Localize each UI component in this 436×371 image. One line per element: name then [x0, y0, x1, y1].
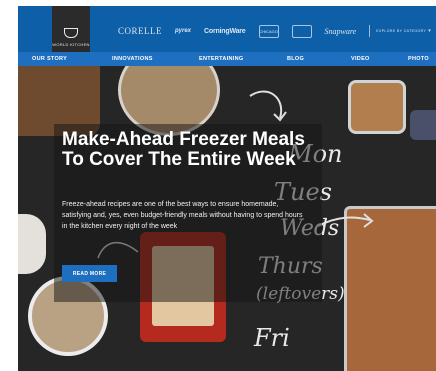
brand-link-pyrex[interactable]: pyrex [175, 28, 191, 34]
logo-text: WORLD KITCHEN [52, 42, 90, 47]
nav-blog[interactable]: BLOG [287, 56, 304, 62]
read-more-button[interactable]: READ MORE [62, 265, 117, 282]
hero-description: Freeze-ahead recipes are one of the best… [62, 201, 303, 230]
explore-category-dropdown[interactable]: EXPLORE BY CATEGORY ▾ [376, 28, 431, 34]
hero-banner[interactable]: Mon Tues Weds Thurs (leftovers) Fri Make… [18, 66, 436, 371]
divider [369, 25, 371, 37]
bowl-icon [64, 28, 78, 38]
brand-link-corelle[interactable]: CORELLE [118, 26, 162, 36]
brand-link-corningware[interactable]: CorningWare [204, 28, 246, 35]
nav-video[interactable]: VIDEO [351, 56, 370, 62]
chevron-down-icon: ▾ [428, 28, 432, 34]
nav-photo[interactable]: PHOTO [408, 56, 429, 62]
nav-innovations[interactable]: INNOVATIONS [112, 56, 153, 62]
explore-label: EXPLORE BY CATEGORY [376, 29, 427, 33]
nav-entertaining[interactable]: ENTERTAINING [199, 56, 243, 62]
main-nav: OUR STORY INNOVATIONS ENTERTAINING BLOG … [18, 52, 436, 66]
hero-headline[interactable]: Make-Ahead Freezer Meals To Cover The En… [62, 130, 312, 170]
world-kitchen-logo[interactable]: WORLD KITCHEN [52, 6, 90, 52]
brand-bar: WORLD KITCHEN CORELLE pyrex CorningWare … [18, 6, 436, 52]
nav-our-story[interactable]: OUR STORY [32, 56, 67, 62]
brand-link-snapware[interactable]: Snapware [325, 27, 357, 36]
brand-link-chicago[interactable]: CHICAGO [258, 24, 279, 38]
brand-link-badge-icon[interactable] [291, 24, 312, 38]
page-frame: WORLD KITCHEN CORELLE pyrex CorningWare … [18, 6, 436, 371]
chalk-day-fri: Fri [254, 324, 290, 352]
brand-links: CORELLE pyrex CorningWare CHICAGO Snapwa… [118, 23, 431, 39]
